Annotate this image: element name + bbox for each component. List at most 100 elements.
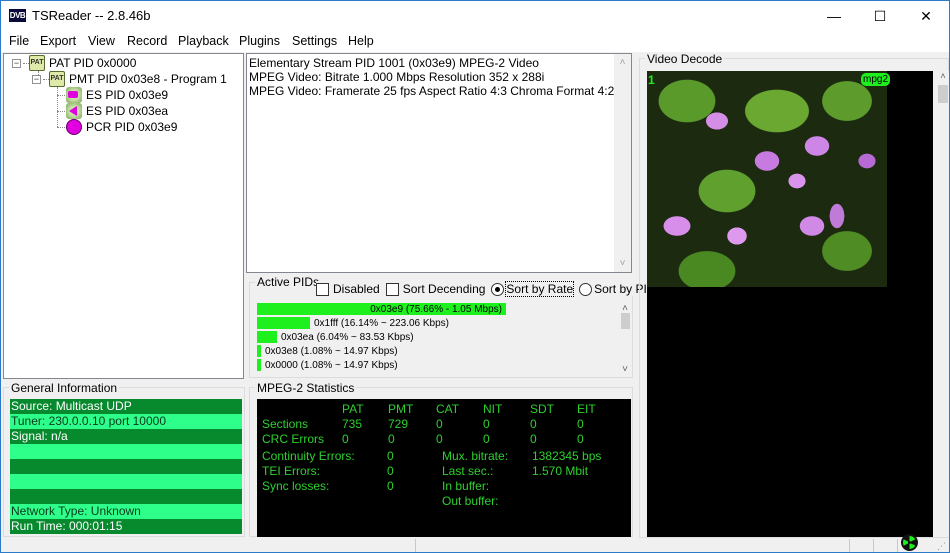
radio-label: Sort by Rate: [505, 281, 575, 297]
video-scrollbar[interactable]: ˄: [937, 71, 949, 537]
info-scrollbar[interactable]: ˄ ˅: [614, 54, 631, 272]
scroll-thumb[interactable]: [938, 85, 948, 103]
scroll-thumb[interactable]: [621, 313, 630, 329]
codec-badge: mpg2: [861, 73, 891, 86]
video-camera-icon: [66, 87, 82, 103]
menu-playback[interactable]: Playback: [178, 34, 229, 48]
sections-label: Sections: [262, 417, 309, 431]
checkbox-box[interactable]: [316, 282, 329, 296]
radio-unselected-icon[interactable]: [579, 282, 593, 296]
last-sec-label: Last sec.:: [442, 464, 494, 478]
pid-list-scrollbar[interactable]: ˄ ˅: [618, 303, 632, 375]
col-header: NIT: [483, 402, 503, 416]
app-window: DVB TSReader -- 2.8.46b — ☐ ✕ File Expor…: [0, 0, 950, 553]
tree-item-pat[interactable]: − PAT PAT PID 0x0000: [12, 55, 136, 71]
sort-descending-checkbox[interactable]: Sort Decending: [385, 282, 486, 296]
tree-item-pmt[interactable]: − PAT PMT PID 0x03e8 - Program 1: [32, 71, 227, 87]
pid-row[interactable]: 0x03e9 (75.66% - 1.05 Mbps): [257, 303, 506, 315]
scroll-up-icon[interactable]: ˄: [937, 71, 949, 81]
tree-item-es-video[interactable]: ES PID 0x03e9: [66, 87, 168, 103]
menu-view[interactable]: View: [88, 34, 115, 48]
checkbox-label: Sort Decending: [402, 282, 486, 296]
radio-selected-icon[interactable]: [491, 282, 505, 296]
tree-item-pcr[interactable]: PCR PID 0x03e9: [66, 119, 177, 135]
resize-grip-icon[interactable]: ⋰: [937, 541, 946, 552]
active-pids-list[interactable]: 0x03e9 (75.66% - 1.05 Mbps) 0x1fff (16.14…: [257, 303, 632, 375]
collapse-icon[interactable]: −: [12, 58, 21, 68]
menu-export[interactable]: Export: [40, 34, 76, 48]
sync-value: 0: [387, 479, 394, 493]
sections-value: 0: [577, 417, 584, 431]
video-display[interactable]: 1 mpg2: [647, 71, 933, 537]
pid-row[interactable]: 0x1fff (16.14% ~ 223.06 Kbps): [257, 317, 449, 329]
close-button[interactable]: ✕: [903, 1, 949, 31]
tree-item-label: PCR PID 0x03e9: [86, 120, 178, 134]
tree-item-label: ES PID 0x03e9: [86, 88, 169, 102]
crc-value: 0: [577, 432, 584, 446]
video-decode-title: Video Decode: [645, 52, 725, 66]
mux-value: 1382345 bps: [532, 449, 602, 463]
collapse-icon[interactable]: −: [32, 74, 41, 84]
info-empty: [10, 444, 242, 459]
maximize-button[interactable]: ☐: [857, 1, 903, 31]
disabled-checkbox[interactable]: Disabled: [316, 282, 380, 296]
general-info-list: Source: Multicast UDP Tuner: 230.0.0.10 …: [10, 399, 242, 534]
window-title: TSReader -- 2.8.46b: [32, 8, 151, 23]
pid-row[interactable]: 0x03e8 (1.08% ~ 14.97 Kbps): [257, 345, 398, 357]
sections-value: 729: [388, 417, 409, 431]
pid-tree-view[interactable]: − PAT PAT PID 0x0000 − PAT PMT PID 0x03e…: [3, 53, 244, 379]
stream-info-textbox[interactable]: Elementary Stream PID 1001 (0x03e9) MPEG…: [246, 53, 632, 273]
info-run-time: Run Time: 000:01:15: [10, 519, 242, 534]
pid-rate-bar: [257, 345, 261, 357]
tree-item-label: PMT PID 0x03e8 - Program 1: [69, 72, 227, 86]
sync-label: Sync losses:: [262, 479, 330, 493]
scroll-down-icon[interactable]: ˅: [618, 364, 632, 375]
sections-value: 0: [530, 417, 537, 431]
channel-number: 1: [648, 73, 655, 87]
scroll-up-icon[interactable]: ˄: [614, 54, 631, 71]
col-header: CAT: [436, 402, 460, 416]
active-pids-title: Active PIDs: [255, 275, 322, 289]
title-bar: DVB TSReader -- 2.8.46b — ☐ ✕: [1, 1, 949, 31]
info-network-type: Network Type: Unknown: [10, 504, 242, 519]
checkbox-box[interactable]: [385, 282, 399, 296]
general-info-title: General Information: [9, 381, 120, 395]
tei-label: TEI Errors:: [262, 464, 321, 478]
continuity-label: Continuity Errors:: [262, 449, 355, 463]
tree-connector: [57, 127, 65, 128]
menu-settings[interactable]: Settings: [292, 34, 337, 48]
minimize-button[interactable]: —: [811, 1, 857, 31]
mux-label: Mux. bitrate:: [442, 449, 509, 463]
pid-row[interactable]: 0x0000 (1.08% ~ 14.97 Kbps): [257, 359, 398, 371]
pid-rate-bar: [257, 359, 261, 371]
last-sec-value: 1.570 Mbit: [532, 464, 589, 478]
crc-value: 0: [342, 432, 349, 446]
info-tuner: Tuner: 230.0.0.10 port 10000: [10, 414, 242, 429]
program-table-icon: PAT: [49, 71, 65, 87]
menu-record[interactable]: Record: [127, 34, 167, 48]
sections-value: 0: [436, 417, 443, 431]
col-header: PMT: [388, 402, 414, 416]
info-empty: [10, 489, 242, 504]
crc-value: 0: [530, 432, 537, 446]
col-header: EIT: [577, 402, 596, 416]
scroll-down-icon[interactable]: ˅: [614, 255, 631, 272]
menu-help[interactable]: Help: [348, 34, 374, 48]
tree-connector: [57, 87, 58, 127]
checkbox-label: Disabled: [333, 282, 380, 296]
tree-item-es-audio[interactable]: ES PID 0x03ea: [66, 103, 168, 119]
pid-row[interactable]: 0x03ea (6.04% ~ 83.53 Kbps): [257, 331, 414, 343]
menu-file[interactable]: File: [9, 34, 29, 48]
video-frame-image: [647, 71, 887, 287]
crc-value: 0: [388, 432, 395, 446]
clock-icon: [66, 119, 82, 135]
status-separator: [849, 539, 850, 552]
info-line: Elementary Stream PID 1001 (0x03e9) MPEG…: [249, 56, 539, 70]
sort-by-rate-radio[interactable]: Sort by Rate: [491, 281, 575, 297]
pid-rate-bar: [257, 331, 277, 343]
menu-plugins[interactable]: Plugins: [239, 34, 280, 48]
dvb-logo-icon: DVB: [9, 9, 26, 22]
crc-label: CRC Errors: [262, 432, 324, 446]
info-source: Source: Multicast UDP: [10, 399, 242, 414]
info-line: MPEG Video: Bitrate 1.000 Mbps Resolutio…: [249, 70, 545, 84]
